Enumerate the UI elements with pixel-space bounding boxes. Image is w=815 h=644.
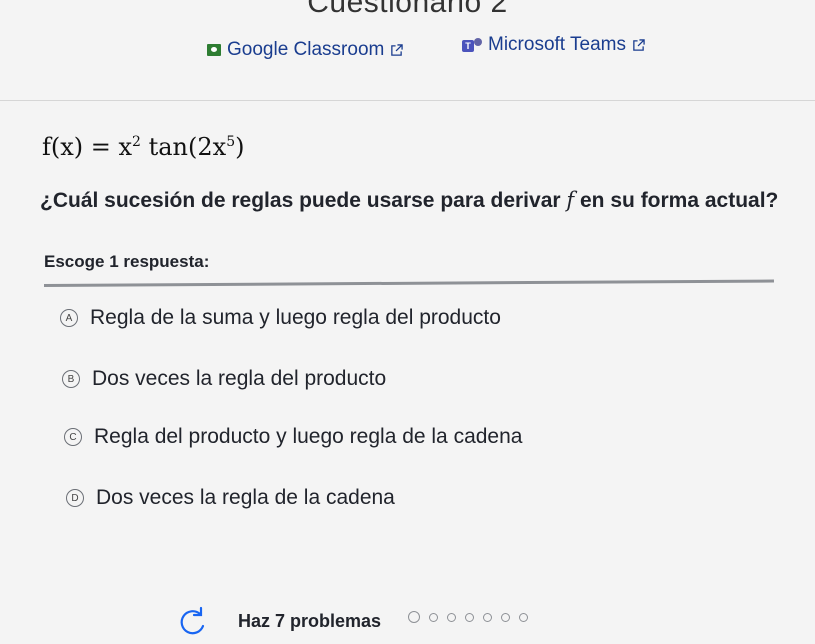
formula-exponent-1: 2 (132, 134, 141, 150)
progress-dot (519, 612, 528, 622)
formula-middle: tan(2x (140, 133, 227, 161)
progress-dot (501, 612, 510, 622)
google-classroom-link[interactable]: Google Classroom (207, 39, 404, 61)
google-classroom-label: Google Classroom (227, 39, 385, 60)
choice-d[interactable]: D Dos veces la regla de la cadena (66, 486, 395, 510)
progress-label: Haz 7 problemas (238, 611, 382, 631)
progress-dot (447, 612, 456, 622)
choice-a[interactable]: A Regla de la suma y luego regla del pro… (60, 306, 501, 330)
choice-a-radio[interactable]: A (60, 309, 78, 327)
function-formula: f(x) = x2 tan(2x5) (42, 133, 244, 161)
question-text-before: ¿Cuál sucesión de reglas puede usarse pa… (40, 189, 567, 212)
progress-dot (465, 612, 474, 622)
question-text: ¿Cuál sucesión de reglas puede usarse pa… (40, 188, 800, 213)
progress-dot (429, 612, 438, 622)
external-link-icon (633, 38, 645, 51)
choice-c-text: Regla del producto y luego regla de la c… (94, 425, 523, 448)
formula-close: ) (235, 133, 245, 161)
formula-lhs: f(x) = x (42, 133, 133, 161)
formula-exponent-2: 5 (226, 134, 236, 150)
retry-icon[interactable] (176, 606, 210, 640)
choice-d-text: Dos veces la regla de la cadena (96, 486, 395, 509)
page-title: Cuestionario 2 (307, 0, 508, 19)
progress-dot (483, 612, 492, 622)
google-classroom-icon (207, 44, 221, 56)
external-link-icon (391, 43, 404, 56)
microsoft-teams-link[interactable]: T Microsoft Teams (462, 34, 645, 56)
choice-b-radio[interactable]: B (62, 370, 80, 388)
choice-b-text: Dos veces la regla del producto (92, 367, 387, 390)
footer-bar: Haz 7 problemas (0, 590, 815, 644)
question-function-var: f (566, 188, 575, 212)
progress-dots (408, 611, 528, 623)
microsoft-teams-icon: T (462, 37, 482, 53)
choice-c-radio[interactable]: C (64, 428, 82, 446)
choice-d-radio[interactable]: D (66, 489, 84, 507)
answer-instruction: Escoge 1 respuesta: (44, 252, 210, 271)
choice-c[interactable]: C Regla del producto y luego regla de la… (64, 425, 522, 449)
top-divider (0, 100, 815, 101)
question-text-after: en su forma actual? (574, 189, 779, 212)
microsoft-teams-label: Microsoft Teams (488, 34, 626, 55)
answers-divider (43, 279, 774, 287)
choice-b[interactable]: B Dos veces la regla del producto (62, 367, 386, 391)
share-bar: Google Classroom T Microsoft Teams (0, 34, 815, 64)
choice-a-text: Regla de la suma y luego regla del produ… (90, 306, 501, 329)
progress-dot (408, 611, 420, 623)
